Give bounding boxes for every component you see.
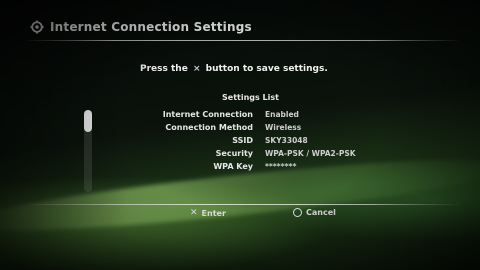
scrollbar[interactable] (84, 110, 92, 192)
header: Internet Connection Settings (30, 20, 252, 34)
settings-list-title: Settings List (222, 93, 279, 102)
cancel-label: Cancel (306, 208, 336, 217)
footer-divider (28, 204, 458, 205)
settings-gear-icon (30, 20, 44, 34)
row-label: Connection Method (165, 123, 253, 132)
circle-button-icon (293, 208, 302, 217)
row-label: SSID (232, 136, 253, 145)
prompt-text-after: button to save settings. (205, 64, 328, 74)
save-prompt: Press the × button to save settings. (140, 64, 328, 74)
settings-rows: Internet Connection Enabled Connection M… (120, 108, 356, 173)
settings-row-ssid: SSID SKY33048 (120, 134, 356, 147)
scrollbar-thumb[interactable] (84, 110, 92, 132)
settings-row-connection-method: Connection Method Wireless (120, 121, 356, 134)
cross-button-icon: ✕ (190, 208, 198, 218)
row-value: WPA-PSK / WPA2-PSK (265, 149, 356, 158)
settings-row-internet-connection: Internet Connection Enabled (120, 108, 356, 121)
enter-label: Enter (201, 208, 226, 218)
row-value: SKY33048 (265, 136, 308, 145)
settings-row-wpa-key: WPA Key ******** (120, 160, 356, 173)
row-value: Wireless (265, 123, 302, 132)
row-label: Internet Connection (162, 110, 253, 119)
row-value: ******** (265, 162, 297, 171)
enter-button[interactable]: ✕ Enter (190, 208, 226, 218)
row-value: Enabled (265, 110, 299, 119)
page-title: Internet Connection Settings (50, 20, 252, 34)
header-divider (28, 40, 458, 41)
row-label: WPA Key (213, 162, 253, 171)
ps3-screen: Internet Connection Settings Press the ×… (0, 0, 480, 270)
cancel-button[interactable]: Cancel (293, 208, 336, 217)
cross-button-icon: × (192, 64, 201, 74)
row-label: Security (215, 149, 253, 158)
prompt-text-before: Press the (140, 64, 188, 74)
settings-row-security: Security WPA-PSK / WPA2-PSK (120, 147, 356, 160)
